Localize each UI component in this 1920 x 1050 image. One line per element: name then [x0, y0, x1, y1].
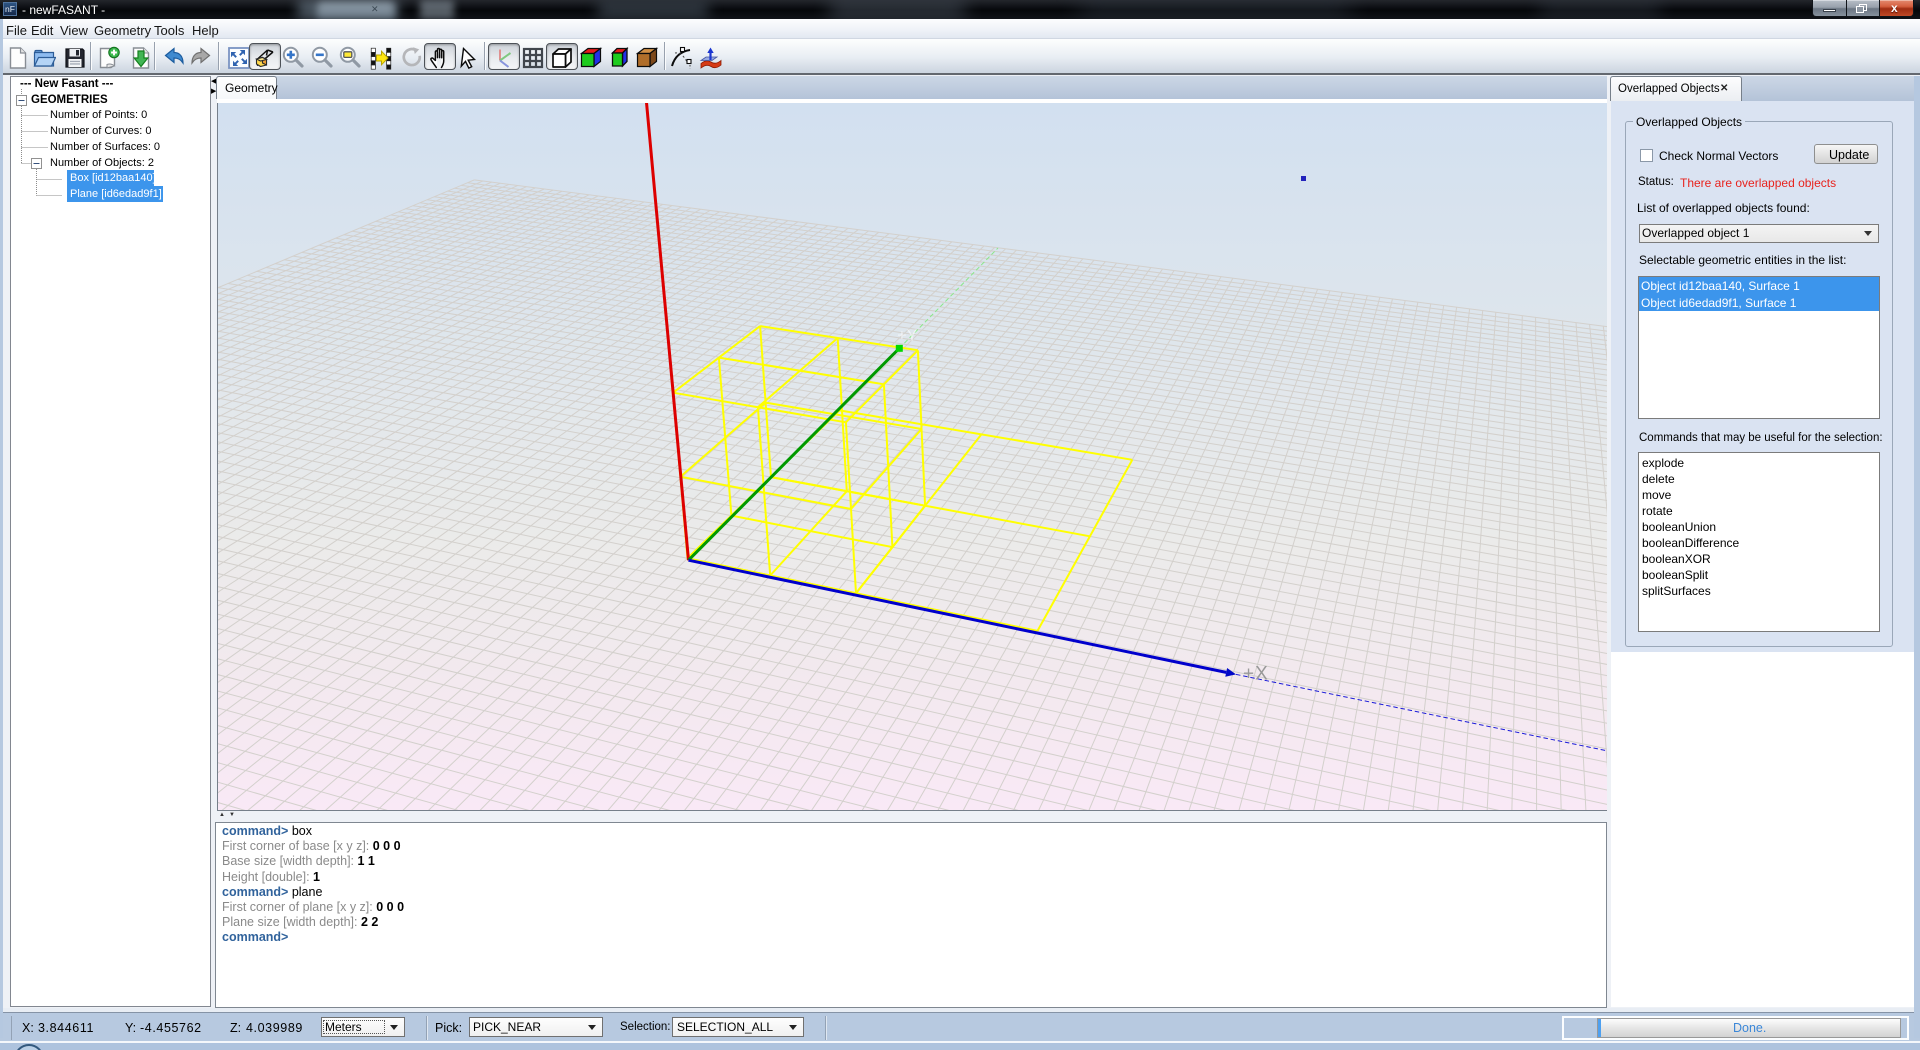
svg-text:+X: +X	[1243, 663, 1269, 684]
svg-text:+Y: +Y	[897, 327, 917, 344]
